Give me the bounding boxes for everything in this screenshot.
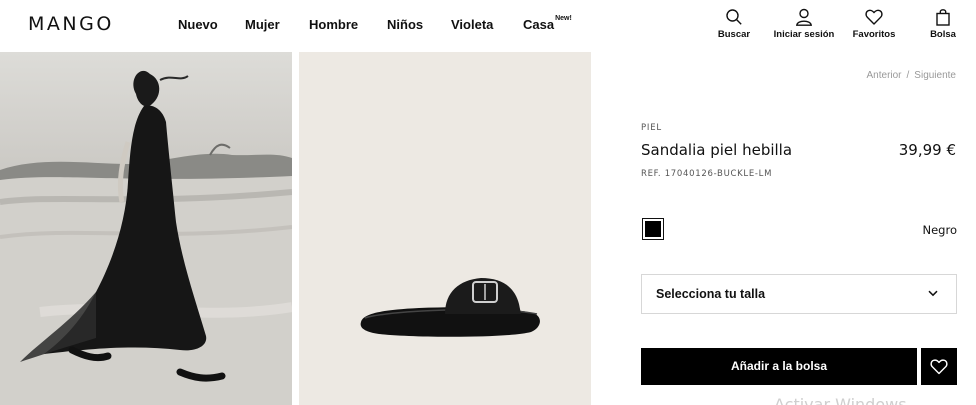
search-label: Buscar [717,29,751,40]
model-photo-illustration [0,70,292,405]
sandal-illustration [360,278,540,337]
login-button[interactable]: Iniciar sesión [769,8,839,40]
nav-item-hombre[interactable]: Hombre [309,17,358,32]
pager-separator: / [906,70,910,81]
favorites-label: Favoritos [852,29,896,40]
nav-item-label: Nuevo [178,17,218,32]
model-photo[interactable] [0,52,292,405]
user-icon [796,8,812,26]
nav-item-nuevo[interactable]: Nuevo [178,17,218,32]
heart-icon [865,9,883,25]
windows-activation-watermark: Activar Windows [774,395,907,405]
selected-color-name: Negro [922,223,958,237]
swatch-fill [645,221,661,237]
next-link[interactable]: Siguiente [914,70,956,81]
bag-button[interactable]: Bolsa [908,8,976,40]
login-label: Iniciar sesión [773,29,835,40]
product-title: Sandalia piel hebilla [641,141,793,159]
new-badge: New! [555,14,572,22]
product-material: PIEL [641,123,662,133]
add-to-favorites-button[interactable] [921,348,957,385]
nav-item-casa[interactable]: CasaNew! [523,14,572,32]
product-photo[interactable] [299,52,591,405]
bag-label: Bolsa [930,29,956,40]
heart-icon [930,359,948,375]
color-swatch-black[interactable] [642,218,664,240]
bag-icon [936,9,950,26]
product-price: 39,99 € [898,141,956,159]
nav-item-violeta[interactable]: Violeta [451,17,493,32]
mango-logo[interactable]: MANGO [28,13,114,35]
favorites-button[interactable]: Favoritos [839,8,909,40]
size-select[interactable]: Selecciona tu talla [641,274,957,314]
product-panel: Anterior / Siguiente PIEL Sandalia piel he… [600,52,976,405]
nav-item-label: Mujer [245,17,280,32]
search-button[interactable]: Buscar [699,8,769,40]
product-pager: Anterior / Siguiente [867,70,957,81]
nav-item-ninos[interactable]: Niños [387,17,423,32]
nav-item-label: Hombre [309,17,359,32]
chevron-down-icon [928,290,938,297]
previous-link[interactable]: Anterior [867,70,902,81]
add-to-bag-button[interactable]: Añadir a la bolsa [641,348,917,385]
product-reference: REF. 17040126-BUCKLE-LM [641,169,773,179]
site-header: MANGO Nuevo Mujer Hombre Niños Violeta C… [0,0,976,52]
search-icon [726,9,742,25]
nav-item-mujer[interactable]: Mujer [245,17,280,32]
nav-item-label: Violeta [451,17,494,32]
add-to-bag-label: Añadir a la bolsa [730,359,828,373]
nav-item-label: Casa [523,17,555,32]
nav-item-label: Niños [387,17,424,32]
size-select-label: Selecciona tu talla [656,287,766,301]
